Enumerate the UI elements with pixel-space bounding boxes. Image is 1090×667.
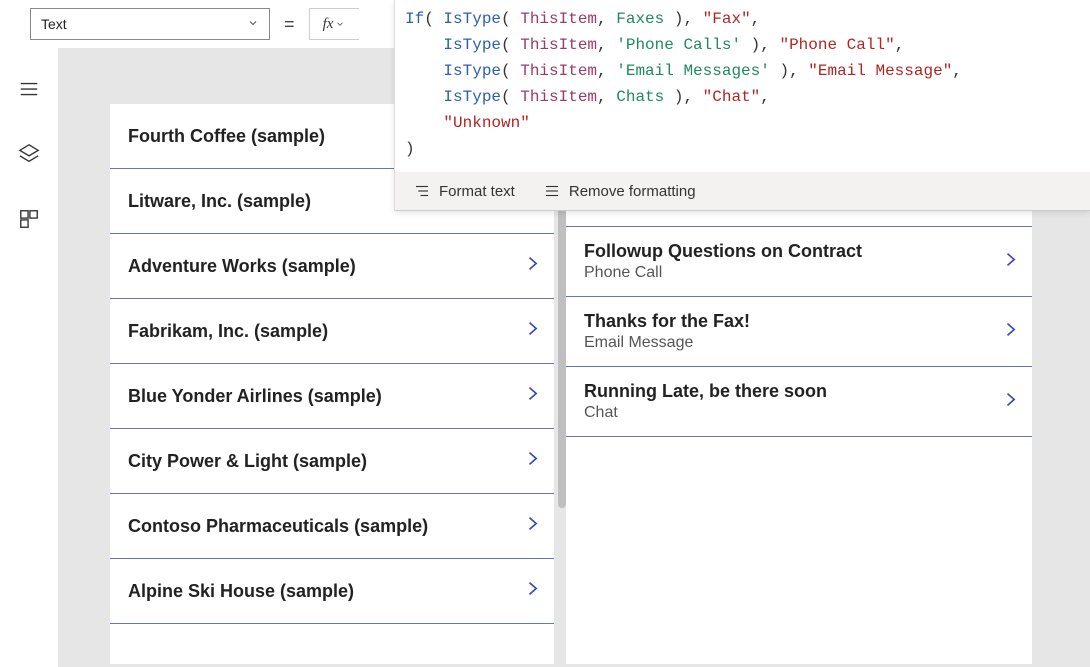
account-name: Blue Yonder Airlines (sample) xyxy=(128,386,382,407)
remove-formatting-label: Remove formatting xyxy=(569,183,696,200)
account-item[interactable]: Blue Yonder Airlines (sample) xyxy=(110,364,554,429)
activity-item[interactable]: Followup Questions on Contract Phone Call xyxy=(566,227,1032,297)
activity-type: Phone Call xyxy=(584,264,862,282)
account-name: Adventure Works (sample) xyxy=(128,256,356,277)
fx-label: fx xyxy=(323,16,334,33)
activity-item[interactable]: Thanks for the Fax! Email Message xyxy=(566,297,1032,367)
account-name: Contoso Pharmaceuticals (sample) xyxy=(128,516,428,537)
account-name: Fabrikam, Inc. (sample) xyxy=(128,321,328,342)
activity-title: Followup Questions on Contract xyxy=(584,241,862,262)
account-name: City Power & Light (sample) xyxy=(128,451,367,472)
remove-formatting-button[interactable]: Remove formatting xyxy=(543,182,696,200)
activity-type: Email Message xyxy=(584,334,750,352)
chevron-right-icon xyxy=(522,315,542,348)
activity-title: Running Late, be there soon xyxy=(584,381,827,402)
hamburger-icon[interactable] xyxy=(18,78,40,105)
chevron-right-icon xyxy=(522,575,542,608)
format-text-button[interactable]: Format text xyxy=(413,182,515,200)
layers-icon[interactable] xyxy=(18,143,40,170)
chevron-right-icon xyxy=(522,380,542,413)
formula-bar-panel: If( IsType( ThisItem, Faxes ), "Fax", Is… xyxy=(394,0,1090,211)
fx-button[interactable]: fx xyxy=(309,8,359,40)
account-item[interactable]: Adventure Works (sample) xyxy=(110,234,554,299)
activity-type: Chat xyxy=(584,404,827,422)
left-nav-rail xyxy=(0,0,58,667)
chevron-right-icon xyxy=(522,445,542,478)
account-item[interactable]: Alpine Ski House (sample) xyxy=(110,559,554,624)
formula-editor[interactable]: If( IsType( ThisItem, Faxes ), "Fax", Is… xyxy=(395,0,1090,172)
activity-item[interactable]: Running Late, be there soon Chat xyxy=(566,367,1032,437)
components-icon[interactable] xyxy=(18,208,40,235)
chevron-right-icon xyxy=(1000,315,1020,348)
scrollbar-thumb[interactable] xyxy=(558,168,566,508)
chevron-right-icon xyxy=(1000,385,1020,418)
chevron-down-icon xyxy=(247,16,259,32)
account-item[interactable]: City Power & Light (sample) xyxy=(110,429,554,494)
chevron-right-icon xyxy=(1000,245,1020,278)
account-item[interactable]: Contoso Pharmaceuticals (sample) xyxy=(110,494,554,559)
account-name: Litware, Inc. (sample) xyxy=(128,191,311,212)
property-selector-value: Text xyxy=(41,16,67,32)
chevron-right-icon xyxy=(522,250,542,283)
chevron-right-icon xyxy=(522,510,542,543)
property-row: Text = fx xyxy=(30,6,359,42)
account-name: Alpine Ski House (sample) xyxy=(128,581,354,602)
activity-title: Thanks for the Fax! xyxy=(584,311,750,332)
account-item[interactable]: Fabrikam, Inc. (sample) xyxy=(110,299,554,364)
account-name: Fourth Coffee (sample) xyxy=(128,126,325,147)
formula-toolbar: Format text Remove formatting xyxy=(395,172,1090,210)
format-text-label: Format text xyxy=(439,183,515,200)
equals-sign: = xyxy=(284,14,295,35)
property-selector[interactable]: Text xyxy=(30,8,270,40)
